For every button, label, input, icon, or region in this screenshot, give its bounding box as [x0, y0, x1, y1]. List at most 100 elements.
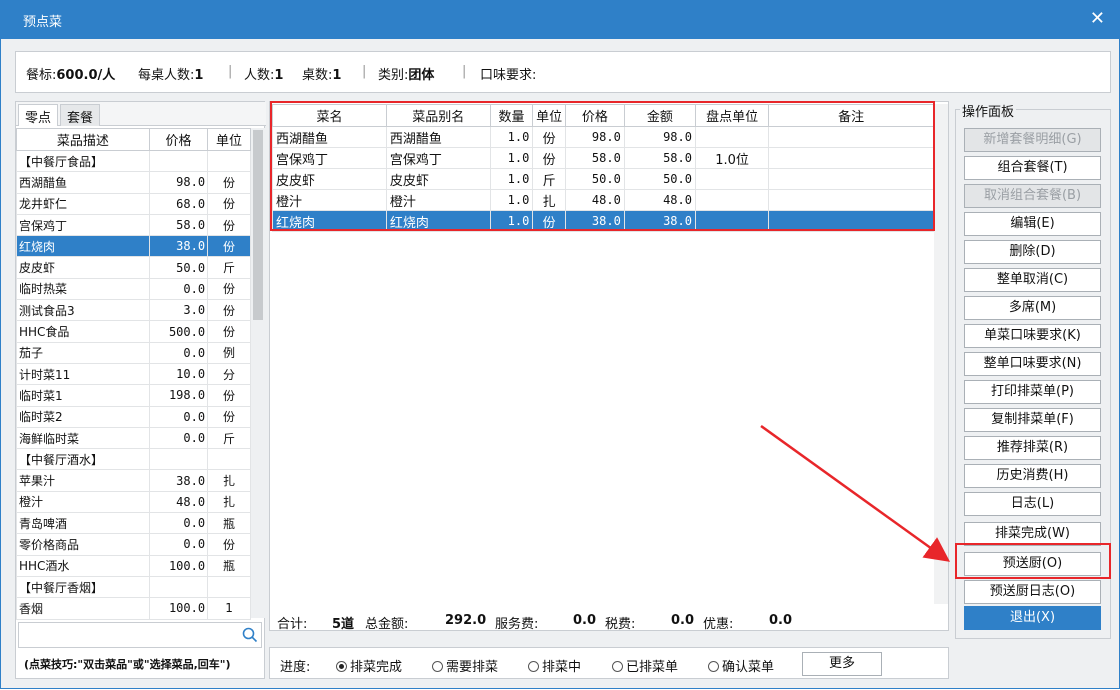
menu-cell-price: 0.0 [148, 426, 209, 450]
order-row[interactable]: 宫保鸡丁 宫保鸡丁 1.0 份 58.0 58.0 1.0位 [272, 147, 934, 169]
order-scrollbar[interactable] [934, 104, 948, 604]
menu-row[interactable]: 测试食品3 3.0 份 [16, 299, 251, 322]
order-cell-count-unit [694, 189, 770, 211]
radio-arranging[interactable]: 排菜中 [528, 656, 581, 675]
radio-done[interactable]: 排菜完成 [336, 656, 402, 675]
op-button-4[interactable]: 编辑(E) [964, 212, 1101, 236]
more-button[interactable]: 更多 [802, 652, 882, 676]
op-button-6[interactable]: 整单取消(C) [964, 268, 1101, 292]
empty-row [273, 442, 934, 463]
order-row[interactable]: 西湖醋鱼 西湖醋鱼 1.0 份 98.0 98.0 [272, 126, 934, 148]
menu-row[interactable]: 西湖醋鱼 98.0 份 [16, 171, 251, 194]
column-header[interactable]: 单位 [207, 128, 251, 151]
op-button-2[interactable]: 组合套餐(T) [964, 156, 1101, 180]
order-row[interactable]: 皮皮虾 皮皮虾 1.0 斤 50.0 50.0 [272, 168, 934, 190]
op-button-9[interactable]: 整单口味要求(N) [964, 352, 1101, 376]
column-header[interactable]: 菜名 [272, 104, 387, 127]
op-button-13[interactable]: 历史消费(H) [964, 464, 1101, 488]
menu-cell-unit: 瓶 [207, 554, 251, 577]
menu-cell-price: 3.0 [148, 299, 209, 322]
menu-row[interactable]: 【中餐厅食品】 [16, 149, 251, 173]
menu-row[interactable]: 香烟 100.0 1 [16, 597, 251, 620]
order-cell-price: 50.0 [564, 168, 625, 190]
menu-cell-price: 10.0 [148, 362, 209, 386]
op-button-11[interactable]: 复制排菜单(F) [964, 408, 1101, 432]
op-button-12[interactable]: 推荐排菜(R) [964, 436, 1101, 460]
menu-row[interactable]: 【中餐厅酒水】 [16, 448, 251, 471]
order-cell-note [768, 189, 934, 211]
op-button-14[interactable]: 日志(L) [964, 492, 1101, 516]
column-header[interactable]: 价格 [148, 128, 209, 151]
order-row[interactable]: 橙汁 橙汁 1.0 扎 48.0 48.0 [272, 189, 934, 211]
menu-row[interactable]: HHC食品 500.0 份 [16, 320, 251, 343]
order-row[interactable]: 红烧肉 红烧肉 1.0 份 38.0 38.0 [272, 210, 934, 232]
menu-row[interactable]: 【中餐厅香烟】 [16, 575, 251, 599]
order-cell-count-unit [694, 210, 770, 232]
taste-field[interactable]: 口味要求: [480, 64, 536, 83]
menu-row[interactable]: 皮皮虾 50.0 斤 [16, 256, 251, 279]
order-cell-name: 皮皮虾 [272, 168, 387, 190]
column-header[interactable]: 金额 [623, 104, 696, 127]
menu-search-input[interactable] [18, 622, 262, 648]
search-icon[interactable] [241, 626, 259, 644]
menu-row[interactable]: 茄子 0.0 例 [16, 341, 251, 364]
column-header[interactable]: 菜品别名 [385, 104, 491, 127]
menu-row[interactable]: 橙汁 48.0 扎 [16, 490, 251, 514]
radio-arranged[interactable]: 已排菜单 [612, 656, 678, 675]
menu-tabs: 零点 套餐 [16, 102, 266, 126]
op-button-17[interactable]: 预送厨日志(O) [964, 580, 1101, 604]
menu-row[interactable]: 苹果汁 38.0 扎 [16, 469, 251, 492]
menu-row[interactable]: 临时菜2 0.0 份 [16, 405, 251, 428]
menu-row[interactable]: 龙井虾仁 68.0 份 [16, 192, 251, 215]
menu-row[interactable]: 临时热菜 0.0 份 [16, 277, 251, 301]
empty-row [273, 484, 934, 505]
menu-row[interactable]: 青岛啤酒 0.0 瓶 [16, 512, 251, 535]
order-cell-alias: 西湖醋鱼 [385, 126, 491, 148]
column-header[interactable]: 价格 [564, 104, 625, 127]
order-cell-price: 58.0 [564, 147, 625, 169]
menu-row[interactable]: 临时菜1 198.0 份 [16, 384, 251, 407]
empty-row [273, 379, 934, 400]
op-button-7[interactable]: 多席(M) [964, 296, 1101, 320]
op-button-10[interactable]: 打印排菜单(P) [964, 380, 1101, 404]
order-cell-qty: 1.0 [489, 147, 534, 169]
order-table: 菜名 菜品别名 数量 单位 价格 金额 盘点单位 备注 西湖醋鱼 西湖醋鱼 1.0 份… [272, 104, 934, 589]
order-cell-qty: 1.0 [489, 189, 534, 211]
menu-cell-unit: 扎 [207, 490, 251, 514]
op-button-1[interactable]: 新增套餐明细(G) [964, 128, 1101, 152]
menu-cell-desc: 临时菜1 [16, 384, 150, 407]
tab-a-la-carte[interactable]: 零点 [18, 104, 59, 126]
radio-icon [432, 661, 443, 672]
menu-row[interactable]: 计时菜11 10.0 分 [16, 362, 251, 386]
column-header[interactable]: 菜品描述 [16, 128, 150, 151]
menu-cell-desc: 临时菜2 [16, 405, 150, 428]
op-button-8[interactable]: 单菜口味要求(K) [964, 324, 1101, 348]
radio-confirm[interactable]: 确认菜单 [708, 656, 774, 675]
column-header[interactable]: 盘点单位 [694, 104, 770, 127]
order-cell-amount: 50.0 [623, 168, 696, 190]
empty-row [273, 232, 934, 253]
menu-row[interactable]: 红烧肉 38.0 份 [16, 235, 251, 258]
menu-cell-unit: 斤 [207, 426, 251, 450]
radio-need[interactable]: 需要排菜 [432, 656, 498, 675]
menu-row[interactable]: HHC酒水 100.0 瓶 [16, 554, 251, 577]
menu-row[interactable]: 零价格商品 0.0 份 [16, 533, 251, 556]
op-button-5[interactable]: 删除(D) [964, 240, 1101, 264]
column-header[interactable]: 备注 [768, 104, 934, 127]
order-cell-name: 西湖醋鱼 [272, 126, 387, 148]
menu-row[interactable]: 海鲜临时菜 0.0 斤 [16, 426, 251, 450]
menu-row[interactable]: 宫保鸡丁 58.0 份 [16, 213, 251, 237]
window-title: 预点菜 [23, 15, 63, 30]
tables-field: 桌数:1 [302, 68, 342, 83]
column-header[interactable]: 数量 [489, 104, 534, 127]
tab-set-meal[interactable]: 套餐 [60, 104, 101, 126]
order-cell-name: 红烧肉 [272, 210, 387, 232]
column-header[interactable]: 单位 [532, 104, 566, 127]
close-icon[interactable]: ✕ [1090, 8, 1105, 29]
empty-row [273, 358, 934, 379]
op-button-18[interactable]: 退出(X) [964, 606, 1101, 630]
scroll-thumb[interactable] [253, 130, 263, 320]
menu-scrollbar[interactable] [251, 128, 265, 618]
op-button-3[interactable]: 取消组合套餐(B) [964, 184, 1101, 208]
order-cell-unit: 份 [532, 210, 566, 232]
